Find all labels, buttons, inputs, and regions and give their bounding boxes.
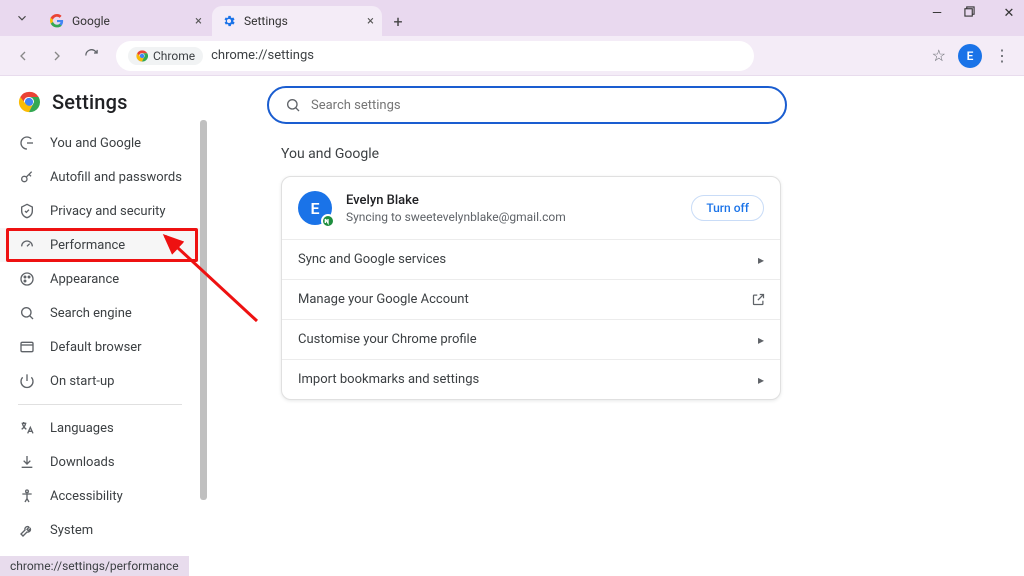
chevron-right-icon: ▸ <box>758 253 764 267</box>
chevron-right-icon: ▸ <box>758 333 764 347</box>
avatar-initial: E <box>310 199 319 218</box>
key-icon <box>18 168 36 186</box>
settings-sidebar: Settings You and Google Autofill and pas… <box>0 76 200 576</box>
turn-off-sync-button[interactable]: Turn off <box>691 195 764 221</box>
tab-google[interactable]: Google × <box>40 6 210 36</box>
sidebar-item-languages[interactable]: Languages <box>0 411 200 445</box>
forward-button[interactable] <box>44 43 70 69</box>
overflow-menu-button[interactable]: ⋮ <box>994 46 1010 65</box>
reload-button[interactable] <box>78 43 104 69</box>
power-icon <box>18 372 36 390</box>
sidebar-item-performance[interactable]: Performance <box>0 228 200 262</box>
sync-status-icon <box>321 214 335 228</box>
sidebar-item-system[interactable]: System <box>0 513 200 547</box>
row-label: Customise your Chrome profile <box>298 332 477 347</box>
settings-favicon-icon <box>222 14 236 28</box>
row-label: Manage your Google Account <box>298 292 469 307</box>
row-label: Sync and Google services <box>298 252 446 267</box>
google-favicon-icon <box>50 14 64 28</box>
row-import-bookmarks[interactable]: Import bookmarks and settings ▸ <box>282 359 780 399</box>
back-button[interactable] <box>10 43 36 69</box>
profile-name: Evelyn Blake <box>346 193 566 208</box>
sidebar-item-on-startup[interactable]: On start-up <box>0 364 200 398</box>
settings-search-box[interactable] <box>267 86 787 124</box>
sidebar-item-label: Default browser <box>50 340 142 355</box>
tab-close-icon[interactable]: × <box>195 14 202 29</box>
search-icon <box>285 97 301 113</box>
download-icon <box>18 453 36 471</box>
sidebar-item-label: On start-up <box>50 374 114 389</box>
sidebar-item-label: You and Google <box>50 136 141 151</box>
window-titlebar: Google × Settings × + — ✕ <box>0 0 1024 36</box>
paint-icon <box>18 270 36 288</box>
row-sync-services[interactable]: Sync and Google services ▸ <box>282 239 780 279</box>
sidebar-item-search-engine[interactable]: Search engine <box>0 296 200 330</box>
sidebar-item-label: Appearance <box>50 272 119 287</box>
settings-search-input[interactable] <box>311 98 769 113</box>
sidebar-item-label: Accessibility <box>50 489 123 504</box>
external-link-icon <box>751 292 766 307</box>
close-window-button[interactable]: ✕ <box>1000 6 1018 21</box>
chrome-icon <box>136 50 148 62</box>
profile-info: Evelyn Blake Syncing to sweetevelynblake… <box>346 193 566 224</box>
tab-close-icon[interactable]: × <box>367 14 374 29</box>
window-controls: — ✕ <box>928 6 1018 21</box>
sidebar-item-label: Search engine <box>50 306 132 321</box>
accessibility-icon <box>18 487 36 505</box>
browser-icon <box>18 338 36 356</box>
row-customise-profile[interactable]: Customise your Chrome profile ▸ <box>282 319 780 359</box>
profile-sync-line: Syncing to sweetevelynblake@gmail.com <box>346 210 566 224</box>
chrome-logo-icon <box>18 91 40 113</box>
settings-title: Settings <box>52 90 128 114</box>
sidebar-item-accessibility[interactable]: Accessibility <box>0 479 200 513</box>
sidebar-item-you-and-google[interactable]: You and Google <box>0 126 200 160</box>
sidebar-scrollbar[interactable] <box>200 120 207 500</box>
site-chip-label: Chrome <box>153 49 195 63</box>
omnibox[interactable]: Chrome chrome://settings <box>116 41 754 71</box>
google-g-icon <box>18 134 36 152</box>
sidebar-item-appearance[interactable]: Appearance <box>0 262 200 296</box>
status-bar: chrome://settings/performance <box>0 556 189 576</box>
wrench-icon <box>18 521 36 539</box>
tab-settings[interactable]: Settings × <box>212 6 382 36</box>
settings-header: Settings <box>0 90 200 126</box>
you-and-google-card: E Evelyn Blake Syncing to sweetevelynbla… <box>281 176 781 400</box>
site-chip: Chrome <box>128 47 203 65</box>
sidebar-item-label: Performance <box>50 238 125 253</box>
row-manage-account[interactable]: Manage your Google Account <box>282 279 780 319</box>
sidebar-item-default-browser[interactable]: Default browser <box>0 330 200 364</box>
shield-icon <box>18 202 36 220</box>
sidebar-item-label: Autofill and passwords <box>50 170 182 185</box>
sidebar-item-label: Downloads <box>50 455 115 470</box>
sidebar-separator <box>18 404 182 405</box>
section-title: You and Google <box>281 146 994 162</box>
chevron-right-icon: ▸ <box>758 373 764 387</box>
minimize-button[interactable]: — <box>928 6 946 21</box>
new-tab-button[interactable]: + <box>384 7 412 35</box>
profile-avatar-button[interactable]: E <box>958 44 982 68</box>
sidebar-item-autofill[interactable]: Autofill and passwords <box>0 160 200 194</box>
maximize-button[interactable] <box>964 6 982 21</box>
translate-icon <box>18 419 36 437</box>
url-text: chrome://settings <box>211 48 314 63</box>
tab-label: Google <box>72 14 200 28</box>
profile-avatar: E <box>298 191 332 225</box>
bookmark-star-icon[interactable]: ☆ <box>932 46 946 65</box>
sidebar-item-label: Languages <box>50 421 114 436</box>
address-bar-row: Chrome chrome://settings ☆ E ⋮ <box>0 36 1024 76</box>
tab-search-button[interactable] <box>8 4 36 32</box>
profile-row: E Evelyn Blake Syncing to sweetevelynbla… <box>282 177 780 239</box>
sidebar-item-downloads[interactable]: Downloads <box>0 445 200 479</box>
sidebar-item-label: Privacy and security <box>50 204 166 219</box>
speedometer-icon <box>18 236 36 254</box>
settings-main: You and Google E Evelyn Blake Syncing to… <box>207 76 1024 576</box>
sidebar-item-privacy[interactable]: Privacy and security <box>0 194 200 228</box>
tab-label: Settings <box>244 14 372 28</box>
row-label: Import bookmarks and settings <box>298 372 479 387</box>
sidebar-item-label: System <box>50 523 93 538</box>
search-icon <box>18 304 36 322</box>
